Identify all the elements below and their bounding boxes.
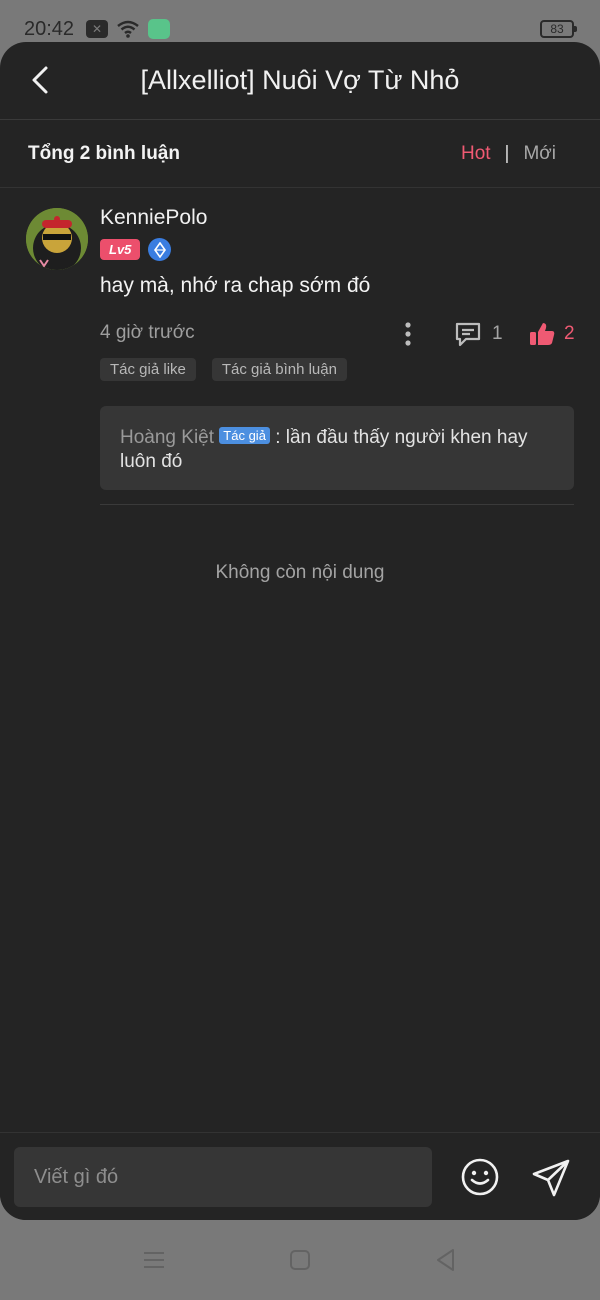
comment-input[interactable] <box>14 1147 432 1207</box>
user-badges: Lv5 <box>100 238 172 261</box>
comment-icon <box>455 322 481 347</box>
comment-item: KenniePolo Lv5 hay mà, nhớ ra chap sớm đ… <box>0 188 600 381</box>
comment-composer <box>0 1132 600 1220</box>
end-of-list-text: Không còn nội dung <box>215 562 385 583</box>
reply-count: 1 <box>492 323 503 344</box>
status-time: 20:42 <box>24 18 75 40</box>
system-nav-bar <box>0 1220 600 1300</box>
like-count: 2 <box>564 323 575 344</box>
reply-button[interactable]: 1 <box>454 320 503 348</box>
author-tag: Tác giả <box>219 427 270 444</box>
back-icon <box>32 66 48 94</box>
author-liked-tag: Tác giả like <box>100 358 196 381</box>
send-icon <box>532 1159 570 1197</box>
comment-time: 4 giờ trước <box>100 322 195 343</box>
more-vertical-icon <box>405 322 411 346</box>
thumbs-up-icon <box>530 323 555 345</box>
tab-new[interactable]: Mới <box>523 143 556 165</box>
comment-meta: 4 giờ trước 1 2 <box>100 318 575 348</box>
like-button[interactable]: 2 <box>528 320 575 348</box>
tab-separator: | <box>504 142 510 164</box>
wifi-icon <box>117 20 139 38</box>
nav-back-icon[interactable] <box>433 1247 459 1273</box>
battery-level: 83 <box>550 22 564 36</box>
emoji-icon <box>461 1158 499 1196</box>
divider <box>100 504 574 505</box>
more-button[interactable] <box>400 320 416 348</box>
app-notification-icon <box>148 19 171 39</box>
author-commented-tag: Tác giả bình luận <box>211 358 347 381</box>
notification-icon: ✕ <box>86 20 109 38</box>
user-name[interactable]: KenniePolo <box>100 206 207 230</box>
comments-summary: Tổng 2 bình luận Hot | Mới <box>0 120 600 188</box>
header: [Allxelliot] Nuôi Vợ Từ Nhỏ <box>0 42 600 120</box>
author-reply[interactable]: Hoàng Kiệt Tác giả : lần đầu thấy người … <box>100 406 574 490</box>
diamond-icon <box>148 238 172 261</box>
reply-author[interactable]: Hoàng Kiệt <box>120 427 214 448</box>
page-title: [Allxelliot] Nuôi Vợ Từ Nhỏ <box>140 65 460 95</box>
level-badge: Lv5 <box>100 239 141 260</box>
comment-tags: Tác giả like Tác giả bình luận <box>100 358 347 381</box>
status-icons: ✕ <box>86 19 171 39</box>
sort-tabs: Hot | Mới <box>461 143 572 165</box>
tab-hot[interactable]: Hot <box>461 143 491 165</box>
back-button[interactable] <box>22 62 58 98</box>
comment-count: Tổng 2 bình luận <box>28 142 180 164</box>
home-icon[interactable] <box>287 1247 313 1273</box>
emoji-button[interactable] <box>460 1157 500 1197</box>
comment-text: hay mà, nhớ ra chap sớm đó <box>100 274 371 297</box>
send-button[interactable] <box>530 1157 572 1199</box>
avatar[interactable] <box>26 208 88 270</box>
battery-icon: 83 <box>540 20 577 38</box>
comments-sheet: [Allxelliot] Nuôi Vợ Từ Nhỏ Tổng 2 bình … <box>0 42 600 1220</box>
menu-icon[interactable] <box>141 1247 167 1273</box>
